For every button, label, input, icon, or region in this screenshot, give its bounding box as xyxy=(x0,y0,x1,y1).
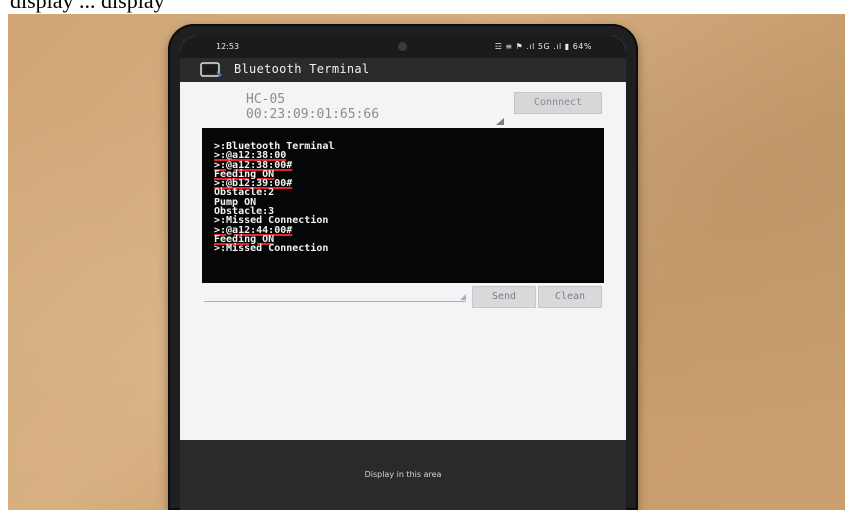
phone-screen: 12:53 ☲ ≡ ⚑ .ıl 5G .ıl ▮ 64% Bluetooth T… xyxy=(180,36,626,510)
display-area: Display in this area xyxy=(180,440,626,510)
blank-content-area xyxy=(180,318,626,436)
terminal-output: >:Bluetooth Terminal >:@a12:38:00 >:@a12… xyxy=(202,128,604,283)
device-name: HC-05 xyxy=(246,92,286,107)
status-time: 12:53 xyxy=(216,42,240,51)
send-button[interactable]: Send xyxy=(472,286,536,308)
clean-button[interactable]: Clean xyxy=(538,286,602,308)
device-mac-address: 00:23:09:01:65:66 xyxy=(246,107,380,122)
display-area-label: Display in this area xyxy=(364,470,442,479)
dropdown-corner-icon xyxy=(496,118,504,125)
connect-button[interactable]: Connnect xyxy=(514,92,602,114)
terminal-line: >:Missed Connection xyxy=(214,243,329,255)
app-title: Bluetooth Terminal xyxy=(234,62,370,76)
input-corner-icon xyxy=(460,294,466,300)
message-input[interactable] xyxy=(204,301,466,302)
terminal-lines: >:Bluetooth Terminal >:@a12:38:00 >:@a12… xyxy=(214,141,334,255)
bluetooth-terminal-icon xyxy=(200,62,224,78)
front-camera-icon xyxy=(398,42,407,51)
app-bar: Bluetooth Terminal xyxy=(180,58,626,82)
caption-text: display ... display xyxy=(10,0,165,13)
status-bar: 12:53 ☲ ≡ ⚑ .ıl 5G .ıl ▮ 64% xyxy=(180,36,626,58)
status-icons: ☲ ≡ ⚑ .ıl 5G .ıl ▮ 64% xyxy=(494,42,592,51)
